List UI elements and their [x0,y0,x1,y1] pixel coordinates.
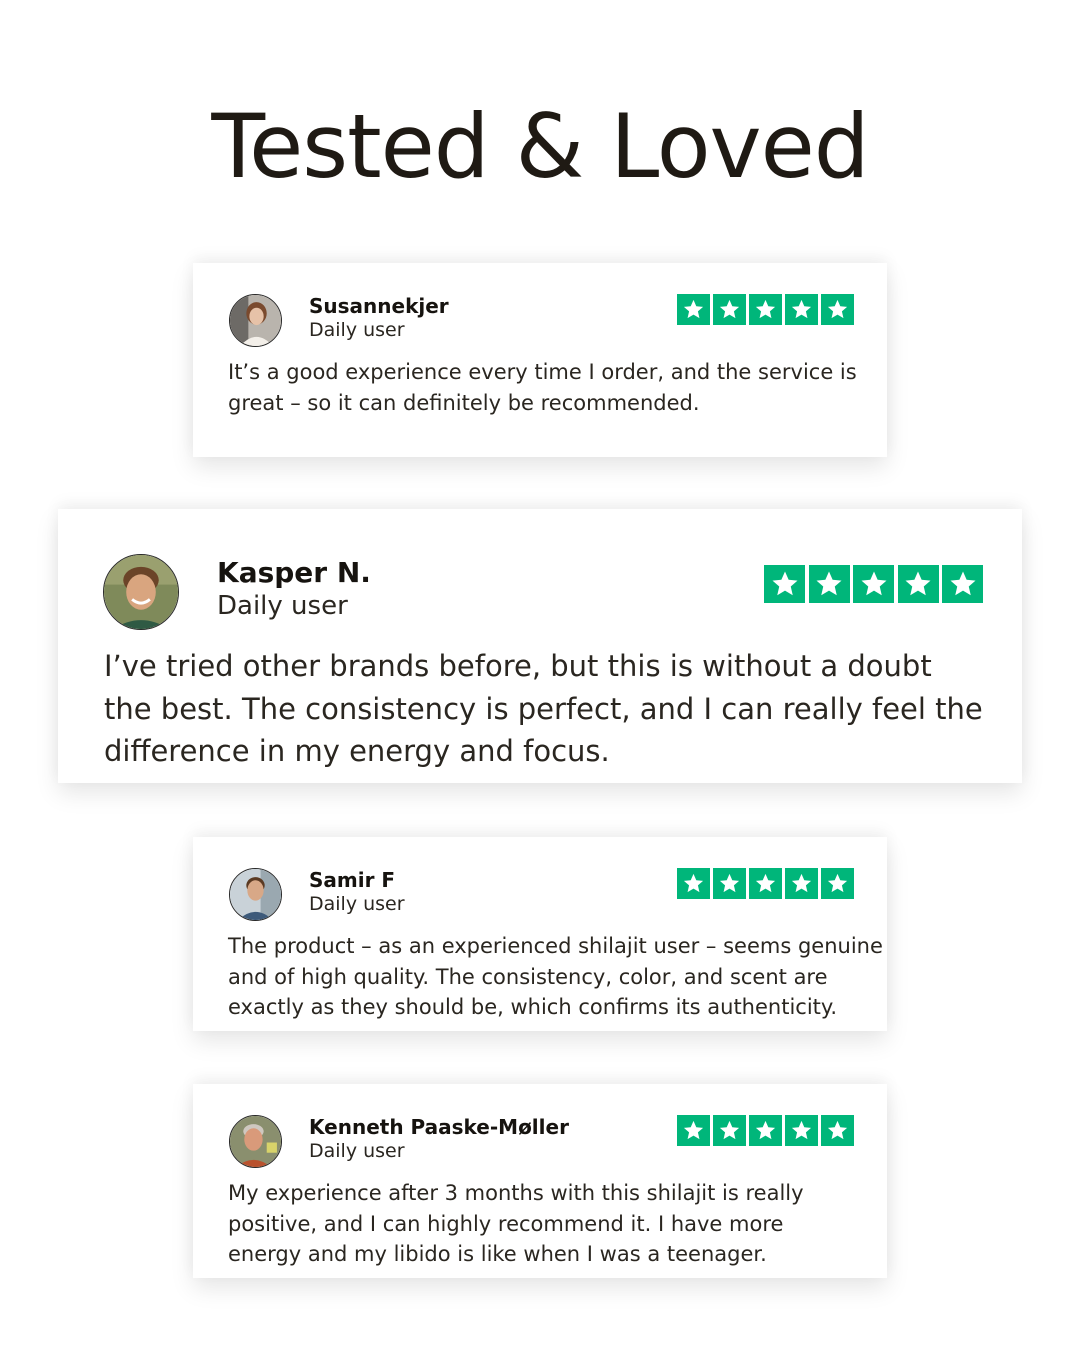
star-icon [749,1115,782,1146]
star-icon [853,565,894,603]
star-icon [785,1115,818,1146]
star-icon [713,1115,746,1146]
reviewer-avatar [229,868,282,921]
review-card-featured: Kasper N. Daily user I’ve tried other br… [58,509,1022,783]
reviewer-avatar [229,294,282,347]
star-rating [677,868,854,899]
review-card: Kenneth Paaske-Møller Daily user My expe… [193,1084,887,1278]
reviewer-role: Daily user [309,1140,405,1162]
star-icon [677,294,710,325]
star-icon [713,868,746,899]
reviewer-avatar [103,554,179,630]
reviewer-name: Kenneth Paaske-Møller [309,1115,569,1139]
star-icon [897,565,939,603]
star-icon [677,868,710,899]
reviewer-role: Daily user [309,893,405,915]
star-icon [764,565,805,603]
review-text: The product – as an experienced shilajit… [228,934,883,1019]
star-icon [713,294,746,325]
reviewer-role: Daily user [217,591,348,621]
star-icon [749,868,782,899]
star-rating [677,1115,854,1146]
review-text: It’s a good experience every time I orde… [228,360,857,415]
star-icon [821,294,854,325]
star-icon [677,1115,710,1146]
star-icon [785,868,818,899]
reviewer-name: Samir F [309,868,396,892]
reviewer-name: Susannekjer [309,294,449,318]
star-icon [942,565,983,603]
page-title: Tested & Loved [211,95,869,198]
reviewer-avatar [229,1115,282,1168]
review-text: I’ve tried other brands before, but this… [104,649,983,768]
star-rating [677,294,854,325]
star-icon [749,294,782,325]
star-icon [821,868,854,899]
star-icon [808,565,850,603]
review-card: Samir F Daily user The product – as an e… [193,837,887,1031]
star-icon [785,294,818,325]
review-card: Susannekjer Daily user It’s a good exper… [193,263,887,457]
star-rating [764,565,983,603]
review-text: My experience after 3 months with this s… [228,1181,804,1266]
star-icon [821,1115,854,1146]
reviewer-role: Daily user [309,319,405,341]
reviewer-name: Kasper N. [217,556,371,589]
